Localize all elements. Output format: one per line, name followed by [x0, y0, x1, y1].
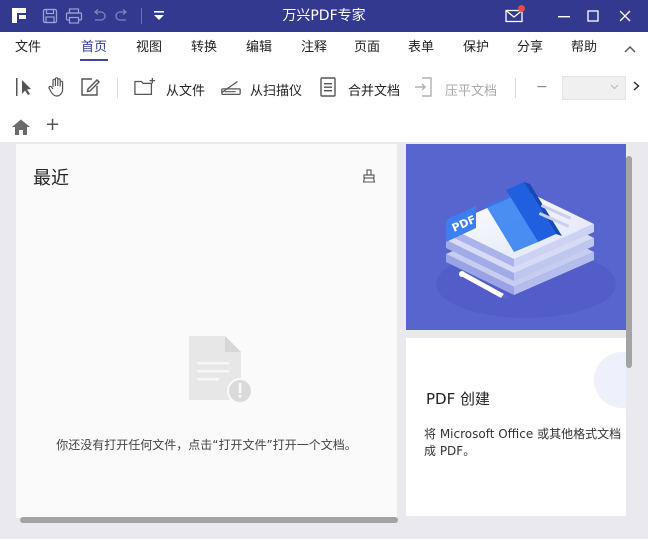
merge-documents-icon[interactable] [317, 76, 339, 98]
flatten-document-button[interactable]: 压平文档 [445, 80, 497, 99]
minimize-icon[interactable] [552, 4, 576, 28]
zoom-select[interactable] [562, 76, 626, 100]
collapse-ribbon-icon[interactable] [624, 44, 636, 54]
title-bar: 万兴PDF专家 [0, 0, 648, 32]
vertical-scrollbar-thumb[interactable] [626, 156, 632, 368]
from-scanner-button[interactable]: 从扫描仪 [250, 80, 302, 99]
menu-home[interactable]: 首页 [79, 40, 109, 61]
close-icon[interactable] [613, 4, 637, 28]
feature-card-pdf-create[interactable]: PDF 创建 将 Microsoft Office 或其他格式文档 成 PDF。 [406, 338, 626, 516]
menu-bar: 文件 首页 视图 转换 编辑 注释 页面 表单 保护 分享 帮助 [0, 32, 648, 66]
feature-card-description: 将 Microsoft Office 或其他格式文档 [424, 427, 622, 441]
menu-convert[interactable]: 转换 [191, 40, 217, 60]
maximize-icon[interactable] [581, 4, 605, 28]
from-file-button[interactable]: 从文件 [166, 80, 205, 99]
quick-access-separator [141, 8, 142, 24]
feature-card-title: PDF 创建 [426, 390, 490, 408]
menu-view[interactable]: 视图 [136, 40, 162, 60]
ribbon-toolbar: 从文件 从扫描仪 合并文档 压平文档 − [0, 66, 648, 110]
flatten-document-icon[interactable] [413, 76, 435, 98]
promo-banner[interactable]: PDF [406, 144, 626, 330]
home-content: 最近 你还没有打开任何文件，点击“打开文件”打开一个文档。 PDF PDF 创建… [0, 142, 648, 539]
notification-dot [518, 5, 525, 12]
card-decoration [594, 352, 626, 408]
recent-files-panel: 最近 你还没有打开任何文件，点击“打开文件”打开一个文档。 [16, 144, 397, 518]
empty-document-icon [189, 336, 253, 404]
toolbar-separator [515, 78, 516, 98]
menu-file[interactable]: 文件 [15, 40, 41, 60]
menu-annotate[interactable]: 注释 [301, 40, 327, 60]
zoom-out-button[interactable]: − [536, 79, 548, 95]
toolbar-separator [117, 78, 118, 98]
recent-title: 最近 [33, 168, 69, 189]
clear-recent-icon[interactable] [362, 169, 376, 183]
merge-documents-button[interactable]: 合并文档 [348, 80, 400, 99]
customize-dropdown-icon[interactable] [149, 6, 169, 26]
chevron-down-icon [610, 84, 619, 90]
hand-icon[interactable] [46, 76, 68, 98]
app-logo-icon [12, 8, 26, 23]
menu-share[interactable]: 分享 [517, 40, 543, 60]
mail-icon[interactable] [502, 4, 526, 28]
pdf-stack-illustration: PDF [436, 182, 616, 318]
menu-help[interactable]: 帮助 [571, 40, 597, 60]
scanner-icon[interactable] [220, 76, 242, 98]
undo-icon[interactable] [89, 6, 109, 26]
menu-page[interactable]: 页面 [354, 40, 380, 60]
horizontal-scrollbar[interactable] [20, 517, 398, 523]
print-icon[interactable] [64, 6, 84, 26]
menu-protect[interactable]: 保护 [463, 40, 489, 60]
save-icon[interactable] [40, 6, 60, 26]
folder-add-icon[interactable] [134, 76, 156, 98]
menu-form[interactable]: 表单 [408, 40, 434, 60]
select-icon[interactable] [14, 76, 36, 98]
menu-edit[interactable]: 编辑 [246, 40, 272, 60]
edit-icon[interactable] [79, 76, 101, 98]
add-tab-button[interactable]: + [45, 116, 60, 134]
empty-recent-message: 你还没有打开任何文件，点击“打开文件”打开一个文档。 [56, 438, 357, 452]
home-icon[interactable] [10, 118, 32, 136]
document-tab-bar: + [0, 110, 648, 142]
feature-card-description-cont: 成 PDF。 [424, 444, 476, 458]
redo-icon[interactable] [112, 6, 132, 26]
scroll-right-icon[interactable] [633, 81, 640, 91]
